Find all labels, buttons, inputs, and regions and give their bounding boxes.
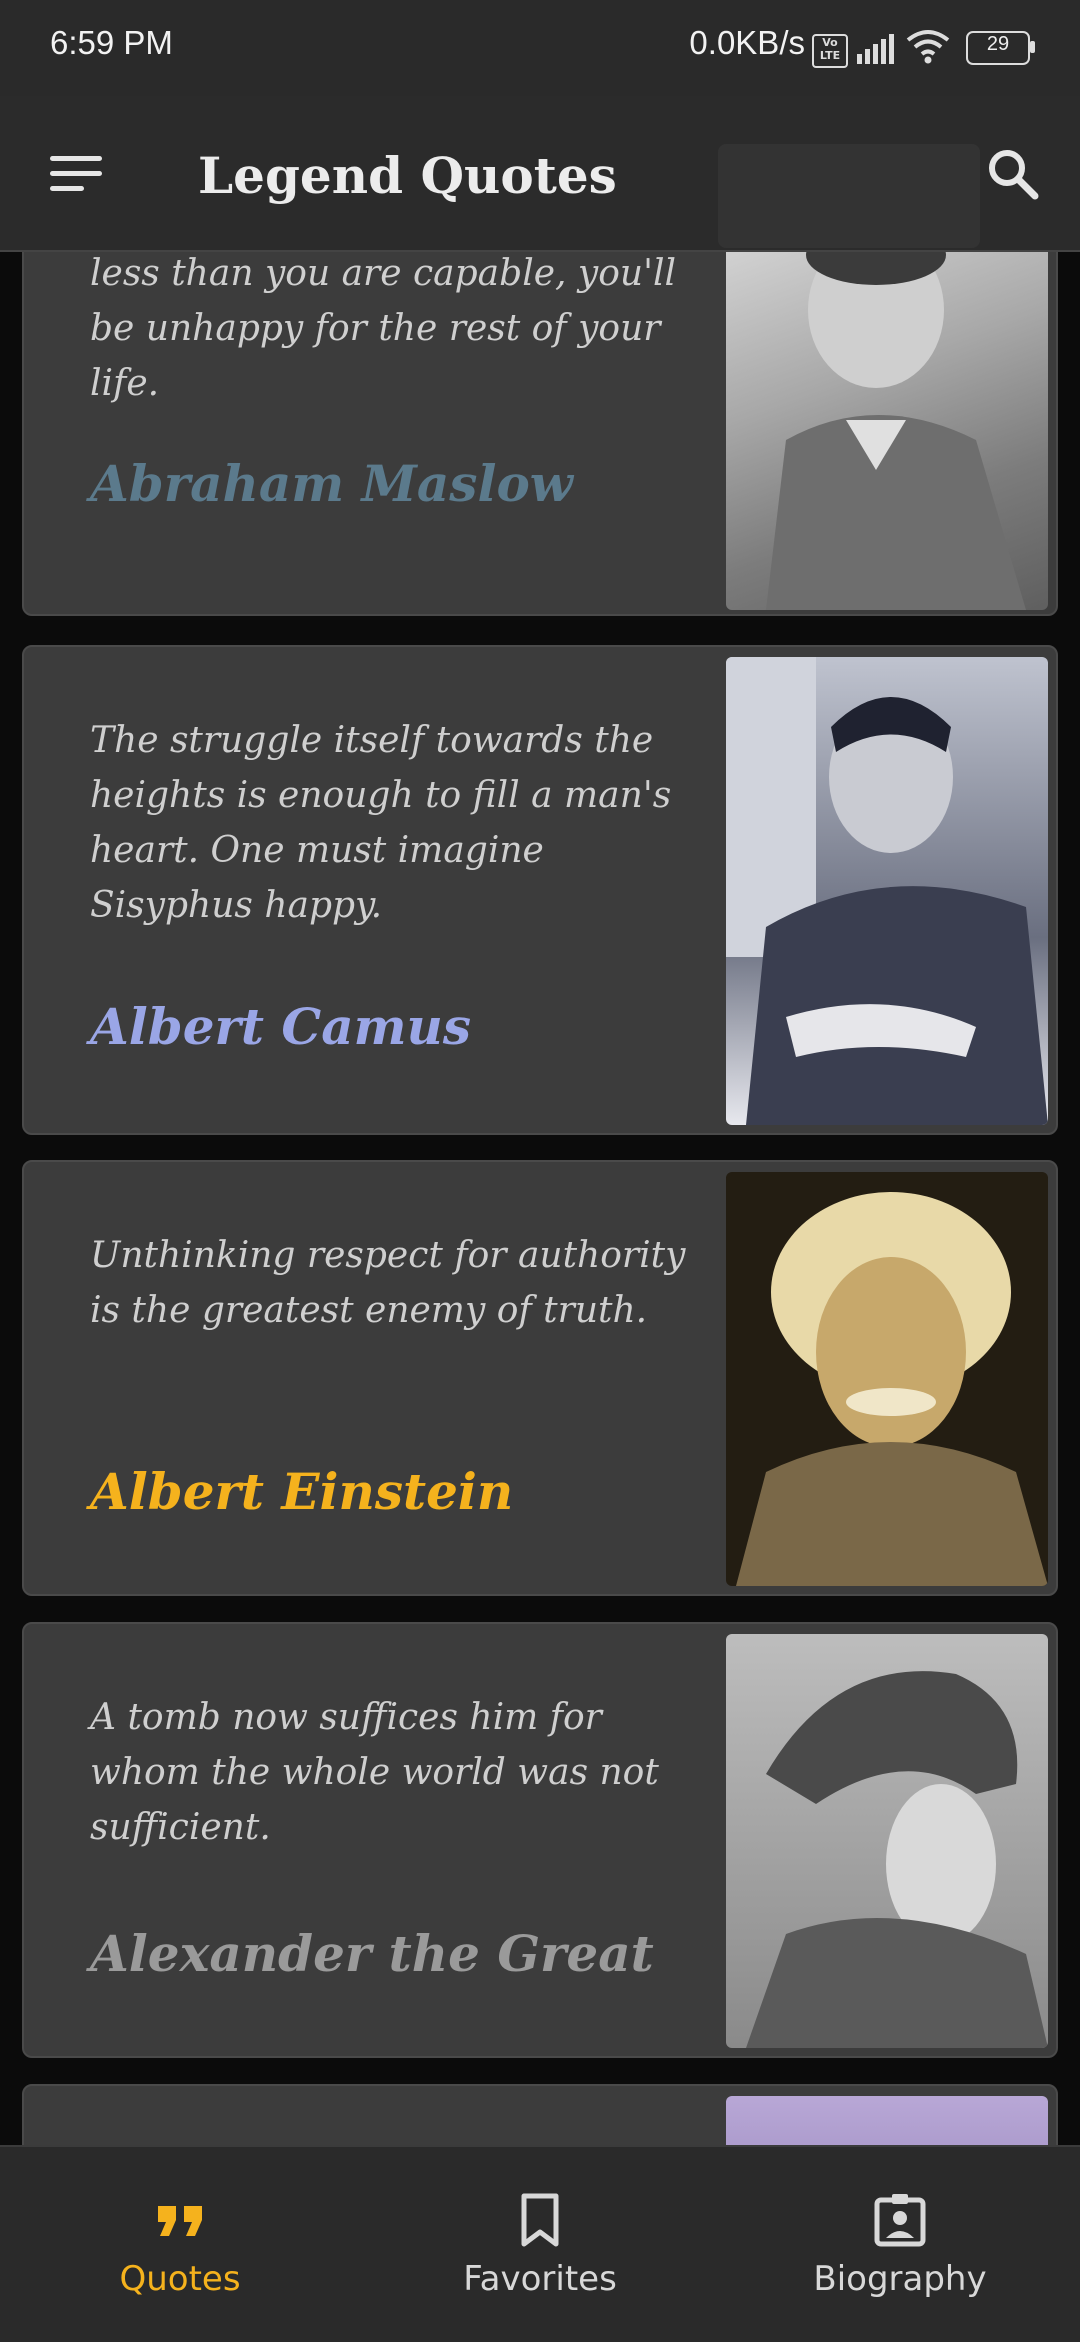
quote-card[interactable]: The struggle itself towards the heights … [22,645,1058,1135]
author-photo [726,657,1048,1125]
nav-label-quotes: Quotes [119,2259,241,2299]
quote-text: Unthinking respect for authority is the … [90,1235,686,1331]
status-bar: 6:59 PM 0.0KB/s Vo LTE 29 [0,0,1080,96]
nav-quotes[interactable]: Quotes [0,2147,360,2342]
bookmark-icon [521,2193,559,2247]
quote-author: Albert Einstein [90,1462,514,1521]
author-photo [726,1172,1048,1586]
quote-card[interactable]: A tomb now suffices him for whom the who… [22,1622,1058,2058]
menu-icon[interactable] [50,156,102,192]
search-icon[interactable] [985,146,1041,202]
author-photo [726,1634,1048,2048]
battery-icon: 29 [966,31,1036,65]
battery-level: 29 [986,33,1010,55]
author-photo [726,252,1048,610]
volte-icon: Vo LTE [812,34,848,68]
quote-card[interactable] [22,2084,1058,2145]
quote-text: The struggle itself towards the heights … [90,720,672,926]
app-bar: Legend Quotes [0,96,1080,252]
app-bar-shade [718,144,980,248]
quote-card[interactable]: less than you are capable, you'll be unh… [22,252,1058,616]
nav-label-favorites: Favorites [463,2259,617,2299]
quote-icon [158,2206,202,2236]
bottom-nav: Quotes Favorites Biography [0,2145,1080,2342]
badge-icon [874,2194,926,2247]
quote-list[interactable]: less than you are capable, you'll be unh… [0,252,1080,2145]
network-speed: 0.0KB/s [689,24,805,61]
quote-author: Albert Camus [90,997,472,1056]
nav-biography[interactable]: Biography [720,2147,1080,2342]
status-time: 6:59 PM [50,24,173,61]
wifi-icon [906,30,950,64]
quote-text: A tomb now suffices him for whom the who… [90,1697,659,1848]
quote-author: Alexander the Great [90,1924,654,1983]
quote-text: less than you are capable, you'll be unh… [90,253,677,404]
quote-author: Abraham Maslow [90,454,573,513]
quote-card[interactable]: Unthinking respect for authority is the … [22,1160,1058,1596]
author-photo [726,2096,1048,2145]
nav-label-biography: Biography [813,2259,987,2299]
app-title: Legend Quotes [198,146,617,205]
nav-favorites[interactable]: Favorites [360,2147,720,2342]
signal-icon [857,34,894,64]
